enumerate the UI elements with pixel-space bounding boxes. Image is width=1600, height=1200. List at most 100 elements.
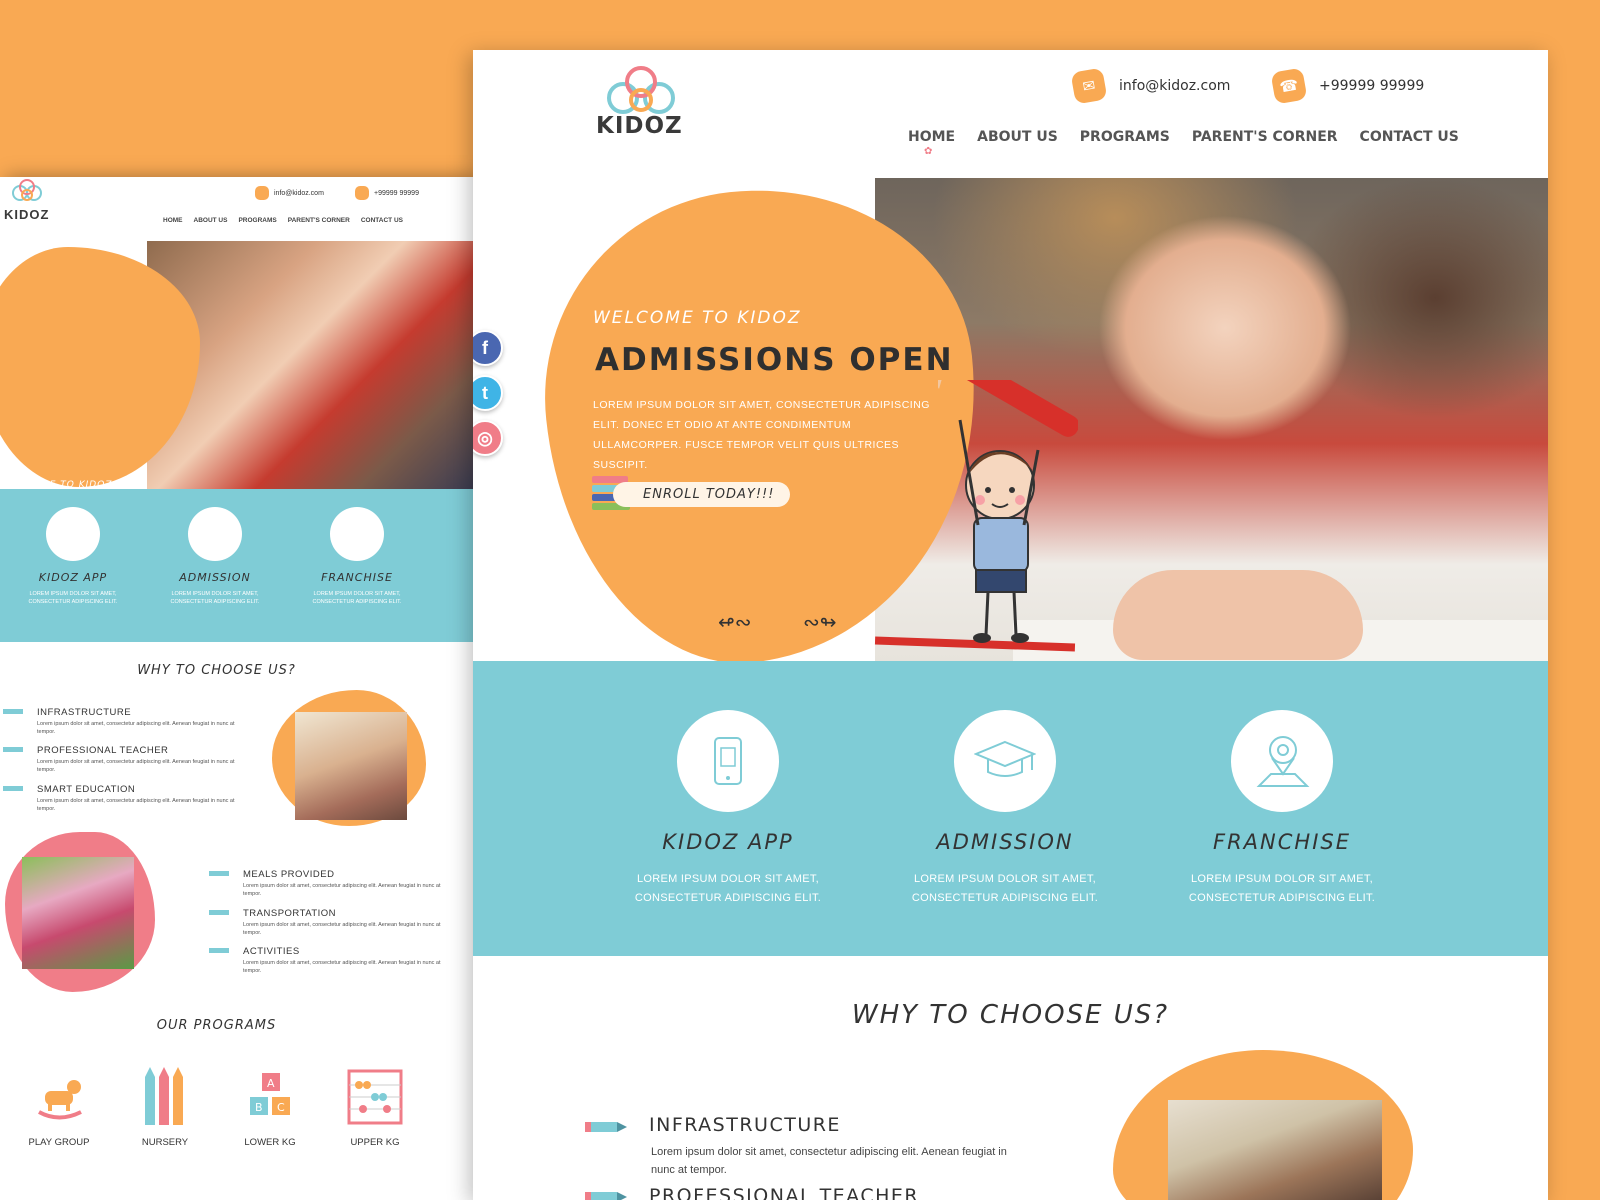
preview-why-item-title: TRANSPORTATION (243, 908, 337, 919)
hero-title: ADMISSIONS OPEN (595, 342, 954, 378)
graduation-cap-icon (954, 710, 1056, 812)
pencil-icon (585, 1192, 627, 1200)
preview-why-item-desc: Lorem ipsum dolor sit amet, consectetur … (243, 960, 441, 974)
squiggle-arrow-left-icon: ↫∾ (718, 612, 752, 634)
email-text: info@kidoz.com (1119, 78, 1231, 94)
feature-admission[interactable]: ADMISSION LOREM IPSUM DOLOR SIT AMET, CO… (885, 710, 1125, 907)
preview-feature-app: KIDOZ APP LOREM IPSUM DOLOR SIT AMET, CO… (18, 507, 128, 607)
program-play-group[interactable]: PLAY GROUP (14, 1067, 104, 1148)
preview-email[interactable]: info@kidoz.com (255, 186, 324, 200)
preview-why-item-title: INFRASTRUCTURE (37, 707, 132, 718)
preview-feature-franchise: FRANCHISE LOREM IPSUM DOLOR SIT AMET, CO… (302, 507, 412, 607)
crayons-icon (135, 1067, 195, 1127)
mail-icon (255, 186, 269, 200)
mobile-app-icon (677, 710, 779, 812)
preview-nav-programs[interactable]: PROGRAMS (238, 217, 276, 224)
feature-franchise[interactable]: FRANCHISE LOREM IPSUM DOLOR SIT AMET, CO… (1162, 710, 1402, 907)
feature-desc: LOREM IPSUM DOLOR SIT AMET, CONSECTETUR … (911, 873, 1099, 904)
svg-text:B: B (255, 1101, 263, 1114)
preview-nav-parents[interactable]: PARENT'S CORNER (288, 217, 350, 224)
svg-text:A: A (267, 1077, 275, 1090)
program-label: LOWER KG (244, 1137, 296, 1148)
pencil-icon (209, 948, 229, 953)
pencil-icon (209, 910, 229, 915)
preview-phone[interactable]: +99999 99999 (355, 186, 419, 200)
why-photo (1168, 1100, 1382, 1200)
pencil-icon (585, 1122, 627, 1132)
logo-icon (607, 66, 675, 114)
nav-home[interactable]: HOME (908, 129, 955, 157)
preview-why-item-title: ACTIVITIES (243, 946, 300, 957)
logo-text[interactable]: KIDOZ (596, 113, 683, 139)
preview-feature-desc: LOREM IPSUM DOLOR SIT AMET, CONSECTETUR … (28, 591, 118, 606)
map-pin-icon (330, 507, 384, 561)
preview-why-item-title: PROFESSIONAL TEACHER (37, 745, 169, 756)
preview-why-item: PROFESSIONAL TEACHER Lorem ipsum dolor s… (3, 745, 237, 774)
preview-why-item-desc: Lorem ipsum dolor sit amet, consectetur … (37, 798, 235, 812)
main-nav: HOME ABOUT US PROGRAMS PARENT'S CORNER C… (908, 129, 1459, 157)
preview-feature-title: ADMISSION (179, 571, 251, 584)
email-contact[interactable]: ✉ info@kidoz.com (1070, 67, 1231, 105)
preview-feature-desc: LOREM IPSUM DOLOR SIT AMET, CONSECTETUR … (312, 591, 402, 606)
enroll-button[interactable]: ENROLL TODAY!!! (613, 482, 791, 507)
preview-why-item-desc: Lorem ipsum dolor sit amet, consectetur … (243, 922, 441, 936)
nav-about-us[interactable]: ABOUT US (977, 129, 1058, 145)
preview-feature-title: FRANCHISE (321, 571, 393, 584)
preview-why-item: ACTIVITIES Lorem ipsum dolor sit amet, c… (209, 946, 443, 975)
why-item-title: INFRASTRUCTURE (649, 1114, 841, 1136)
why-title: WHY TO CHOOSE US? (851, 1000, 1170, 1030)
preview-nav-about[interactable]: ABOUT US (194, 217, 228, 224)
preview-why-item: TRANSPORTATION Lorem ipsum dolor sit ame… (209, 908, 443, 937)
hero-photo-hands (1113, 570, 1363, 660)
feature-title: KIDOZ APP (662, 830, 794, 854)
preview-why-item: MEALS PROVIDED Lorem ipsum dolor sit ame… (209, 869, 443, 898)
preview-why-item-desc: Lorem ipsum dolor sit amet, consectetur … (37, 759, 235, 773)
pencil-icon (3, 786, 23, 791)
facebook-icon[interactable]: f (473, 330, 503, 366)
why-item-title: PROFESSIONAL TEACHER (649, 1185, 920, 1200)
main-page: KIDOZ ✉ info@kidoz.com ☎ +99999 99999 HO… (473, 50, 1548, 1200)
preview-why-item-title: MEALS PROVIDED (243, 869, 335, 880)
phone-icon (355, 186, 369, 200)
preview-nav: HOME ABOUT US PROGRAMS PARENT'S CORNER C… (163, 217, 403, 224)
preview-programs-title: OUR PROGRAMS (156, 1018, 277, 1033)
cartoon-kid-icon (938, 380, 1078, 643)
mail-icon: ✉ (1070, 67, 1108, 105)
preview-nav-contact[interactable]: CONTACT US (361, 217, 403, 224)
preview-email-text: info@kidoz.com (274, 189, 324, 197)
map-pin-icon (1231, 710, 1333, 812)
preview-why-title: WHY TO CHOOSE US? (137, 663, 296, 678)
program-label: UPPER KG (350, 1137, 400, 1148)
preview-nav-home[interactable]: HOME (163, 217, 183, 224)
program-lower-kg[interactable]: AB C LOWER KG (225, 1067, 315, 1148)
preview-feature-desc: LOREM IPSUM DOLOR SIT AMET, CONSECTETUR … (170, 591, 260, 606)
program-upper-kg[interactable]: UPPER KG (330, 1067, 420, 1148)
why-item-desc: Lorem ipsum dolor sit amet, consectetur … (651, 1146, 1007, 1176)
nav-contact-us[interactable]: CONTACT US (1360, 129, 1459, 145)
program-nursery[interactable]: NURSERY (120, 1067, 210, 1148)
mobile-app-icon (46, 507, 100, 561)
feature-desc: LOREM IPSUM DOLOR SIT AMET, CONSECTETUR … (634, 873, 822, 904)
feature-desc: LOREM IPSUM DOLOR SIT AMET, CONSECTETUR … (1188, 873, 1376, 904)
feature-title: FRANCHISE (1213, 830, 1351, 854)
preview-phone-text: +99999 99999 (374, 189, 419, 197)
preview-logo-icon (12, 179, 42, 201)
pencil-icon (3, 747, 23, 752)
phone-contact[interactable]: ☎ +99999 99999 (1270, 67, 1424, 105)
preview-feature-admission: ADMISSION LOREM IPSUM DOLOR SIT AMET, CO… (160, 507, 270, 607)
preview-why-photo-2 (22, 857, 134, 969)
preview-logo-text: KIDOZ (4, 207, 50, 222)
program-label: PLAY GROUP (28, 1137, 90, 1148)
nav-parents-corner[interactable]: PARENT'S CORNER (1192, 129, 1338, 145)
nav-programs[interactable]: PROGRAMS (1080, 129, 1170, 145)
instagram-icon[interactable]: ◎ (473, 420, 503, 456)
program-label: NURSERY (141, 1137, 189, 1148)
twitter-icon[interactable]: t (473, 375, 503, 411)
svg-text:C: C (277, 1101, 285, 1114)
pencil-icon (3, 709, 23, 714)
preview-why-item: INFRASTRUCTURE Lorem ipsum dolor sit ame… (3, 707, 237, 736)
graduation-cap-icon (188, 507, 242, 561)
feature-title: ADMISSION (936, 830, 1074, 854)
feature-kidoz-app[interactable]: KIDOZ APP LOREM IPSUM DOLOR SIT AMET, CO… (608, 710, 848, 907)
abacus-icon (345, 1067, 405, 1127)
